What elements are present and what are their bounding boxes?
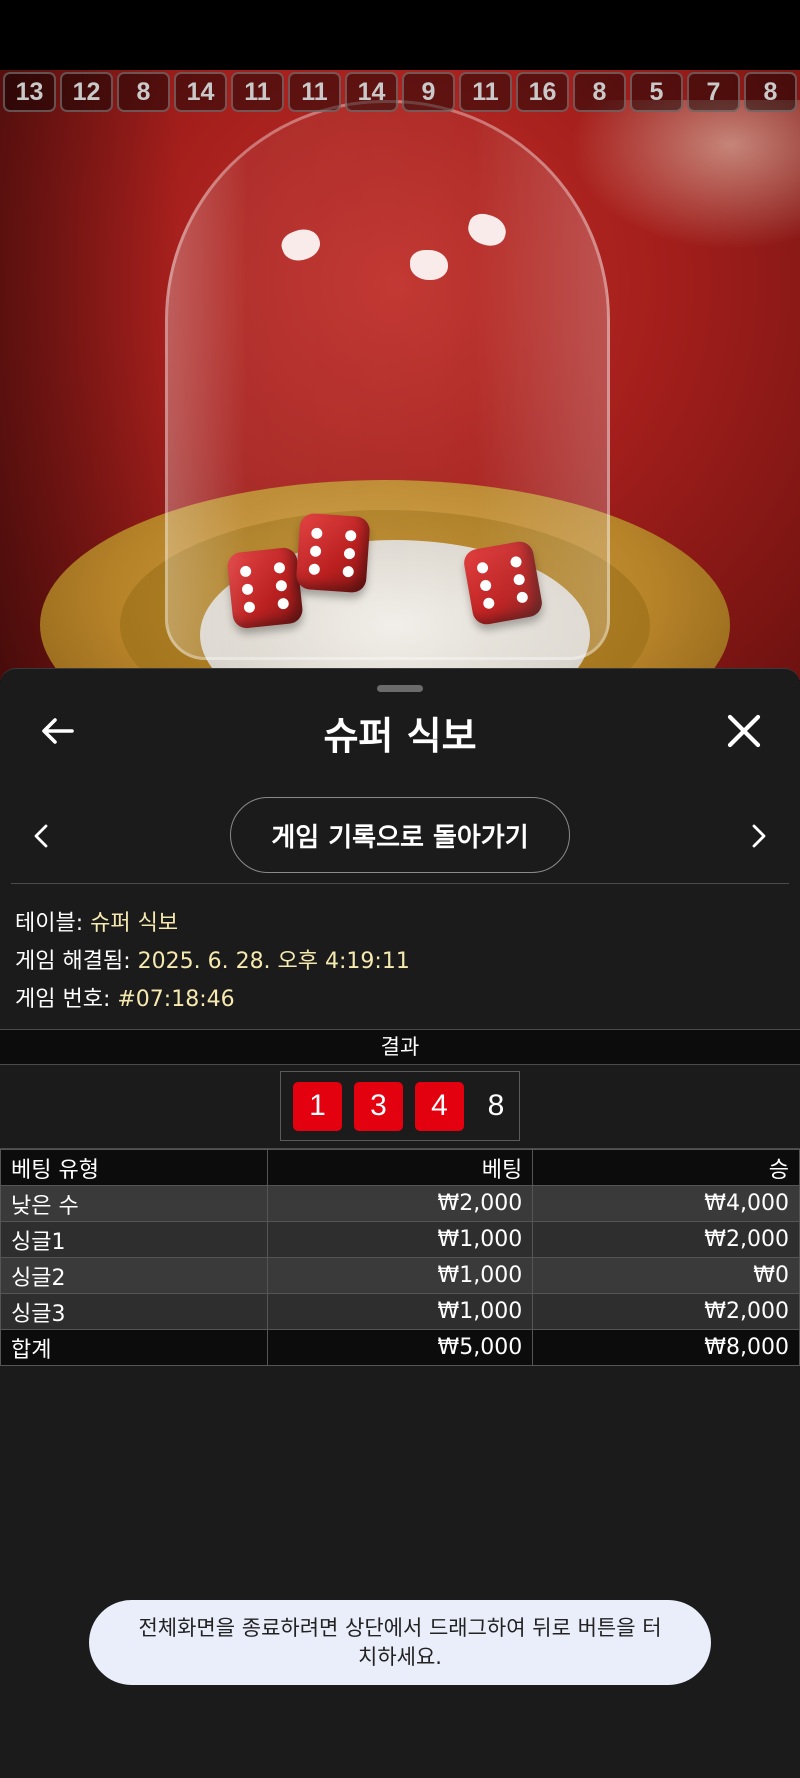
- win-amount-cell: ₩0: [532, 1257, 800, 1294]
- game-number-value: #07:18:46: [117, 987, 235, 1012]
- win-amount-cell: ₩2,000: [532, 1221, 800, 1258]
- win-amount-cell: ₩2,000: [532, 1293, 800, 1330]
- win-amount-cell: ₩4,000: [532, 1185, 800, 1222]
- table-row: 싱글1 ₩1,000 ₩2,000: [0, 1221, 800, 1258]
- bet-type-cell: 낮은 수: [0, 1185, 268, 1222]
- history-cell: 11: [459, 72, 512, 112]
- table-row: 싱글2 ₩1,000 ₩0: [0, 1257, 800, 1294]
- bet-amount-cell: ₩1,000: [266, 1293, 534, 1330]
- history-cell: 9: [402, 72, 455, 112]
- history-cell: 14: [345, 72, 398, 112]
- game-number-info: 게임 번호: #07:18:46: [15, 981, 235, 1013]
- bet-amount-cell: ₩1,000: [266, 1257, 534, 1294]
- fullscreen-toast: 전체화면을 종료하려면 상단에서 드래그하여 뒤로 버튼을 터치하세요.: [89, 1600, 711, 1685]
- live-video-feed: [0, 70, 800, 680]
- history-cell: 14: [174, 72, 227, 112]
- glass-dome: [165, 100, 610, 660]
- result-die: 4: [415, 1081, 464, 1131]
- resolved-info: 게임 해결됨: 2025. 6. 28. 오후 4:19:11: [15, 943, 410, 975]
- total-bet-cell: ₩5,000: [266, 1329, 534, 1366]
- game-number-label: 게임 번호:: [15, 987, 111, 1012]
- history-cell: 7: [687, 72, 740, 112]
- table-row: 낮은 수 ₩2,000 ₩4,000: [0, 1185, 800, 1222]
- bet-amount-cell: ₩1,000: [266, 1221, 534, 1258]
- result-die: 1: [293, 1081, 342, 1131]
- history-cell: 11: [231, 72, 284, 112]
- sheet-title: 슈퍼 식보: [323, 714, 477, 758]
- bets-table: 베팅 유형 베팅 승 낮은 수 ₩2,000 ₩4,000 싱글1 ₩1,000…: [0, 1149, 800, 1366]
- result-row: 1 3 4 8: [0, 1065, 800, 1149]
- result-table: 결과 1 3 4 8 베팅 유형 베팅 승 낮은 수 ₩2,000 ₩4,000…: [0, 1029, 800, 1366]
- header-bet-type: 베팅 유형: [0, 1149, 268, 1186]
- bet-type-cell: 싱글3: [0, 1293, 268, 1330]
- divider: [11, 883, 789, 884]
- bet-type-cell: 싱글2: [0, 1257, 268, 1294]
- chevron-left-icon[interactable]: [30, 821, 52, 851]
- result-die: 3: [354, 1081, 403, 1131]
- result-total: 8: [487, 1089, 505, 1122]
- bet-amount-cell: ₩2,000: [266, 1185, 534, 1222]
- dome-glint: [410, 250, 448, 280]
- history-cell: 13: [3, 72, 56, 112]
- history-cell: 11: [288, 72, 341, 112]
- drag-handle[interactable]: [377, 685, 423, 692]
- header-bet: 베팅: [266, 1149, 534, 1186]
- table-row: 싱글3 ₩1,000 ₩2,000: [0, 1293, 800, 1330]
- bet-type-cell: 싱글1: [0, 1221, 268, 1258]
- close-icon[interactable]: [724, 711, 764, 751]
- history-cell: 8: [744, 72, 797, 112]
- back-to-history-button[interactable]: 게임 기록으로 돌아가기: [230, 797, 570, 873]
- result-header: 결과: [0, 1029, 800, 1065]
- history-cell: 12: [60, 72, 113, 112]
- bets-header-row: 베팅 유형 베팅 승: [0, 1149, 800, 1186]
- result-history-strip: 13 12 8 14 11 11 14 9 11 16 8 5 7 8: [0, 72, 800, 114]
- total-label-cell: 합계: [0, 1329, 268, 1366]
- history-cell: 8: [117, 72, 170, 112]
- video-highlight: [570, 100, 800, 250]
- status-bar: [0, 0, 800, 70]
- result-dice-box: 1 3 4 8: [280, 1071, 520, 1141]
- table-label: 테이블:: [15, 911, 84, 936]
- table-info: 테이블: 슈퍼 식보: [15, 905, 178, 937]
- total-row: 합계 ₩5,000 ₩8,000: [0, 1329, 800, 1366]
- history-cell: 5: [630, 72, 683, 112]
- table-value: 슈퍼 식보: [90, 911, 179, 936]
- history-cell: 16: [516, 72, 569, 112]
- chevron-right-icon[interactable]: [748, 821, 770, 851]
- header-win: 승: [532, 1149, 800, 1186]
- total-win-cell: ₩8,000: [532, 1329, 800, 1366]
- resolved-label: 게임 해결됨:: [15, 949, 131, 974]
- resolved-value: 2025. 6. 28. 오후 4:19:11: [137, 949, 410, 974]
- history-cell: 8: [573, 72, 626, 112]
